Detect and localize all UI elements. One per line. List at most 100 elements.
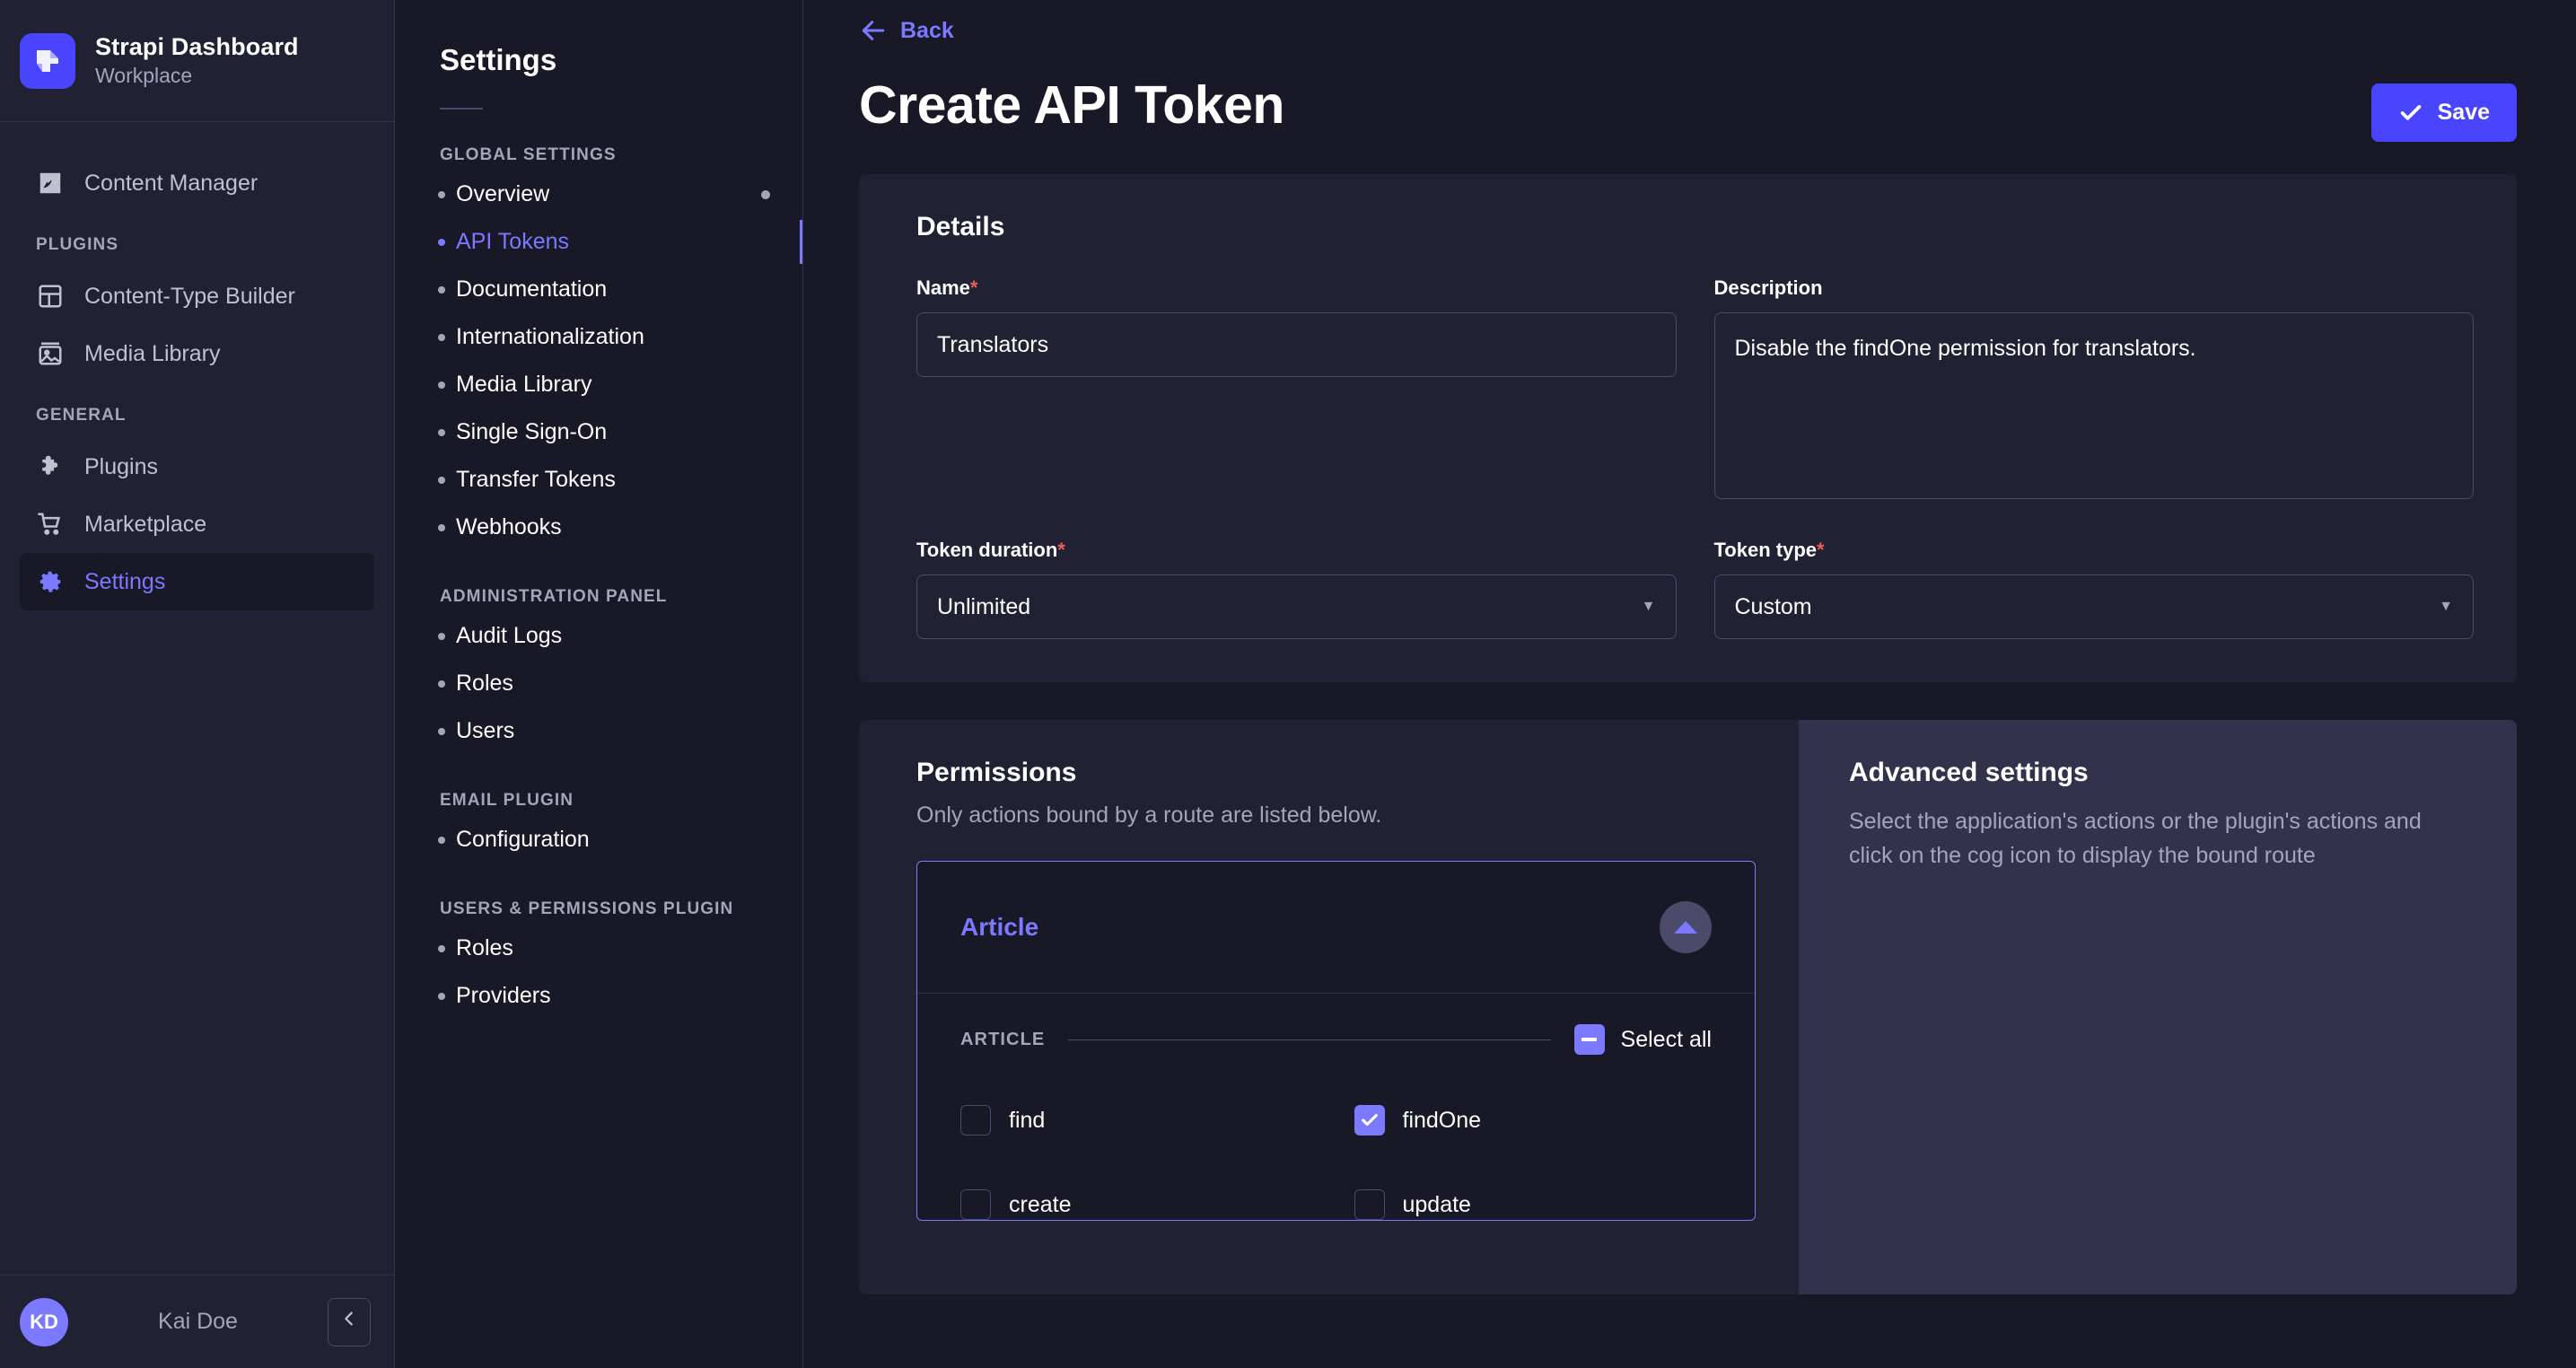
subnav-item-providers[interactable]: Providers [395,972,802,1020]
checkbox[interactable] [960,1189,991,1220]
token-type-select[interactable]: Custom ▼ [1713,574,2474,639]
required-marker: * [1817,539,1825,561]
sidebar-item-label: Content-Type Builder [84,283,295,309]
layout-grid-icon [36,282,65,311]
sidebar-collapse-button[interactable] [328,1297,371,1346]
action-label: create [1009,1191,1072,1217]
subnav-item-configuration[interactable]: Configuration [395,816,802,864]
subnav-item-roles-admin[interactable]: Roles [395,660,802,707]
main-sidebar: Strapi Dashboard Workplace Content Manag… [0,0,395,1368]
checkbox[interactable] [960,1105,991,1136]
subnav-item-label: Users [456,718,515,743]
advanced-settings-heading: Advanced settings [1849,758,2089,787]
action-label: find [1009,1107,1046,1133]
subnav-group-label-global-settings: GLOBAL SETTINGS [440,145,617,164]
subnav-item-transfer-tokens[interactable]: Transfer Tokens [395,456,802,504]
collection-subheader: ARTICLE Select all [960,1024,1712,1055]
sidebar-item-label: Content Manager [84,170,258,196]
subnav-item-webhooks[interactable]: Webhooks [395,504,802,551]
action-checkbox-update[interactable]: update [1354,1189,1713,1220]
feather-pen-icon [36,169,65,197]
subnav-item-label: Documentation [456,276,608,302]
checkbox[interactable] [1354,1105,1385,1136]
select-all-checkbox[interactable] [1573,1024,1605,1055]
user-name: Kai Doe [158,1309,238,1334]
puzzle-piece-icon [36,452,65,481]
sidebar-item-settings[interactable]: Settings [20,553,374,610]
details-row-1: Name* Translators Description Disable th… [916,276,2474,499]
brand-subtitle: Workplace [95,64,193,87]
chevron-up-icon[interactable] [1660,901,1712,953]
token-duration-value: Unlimited [937,593,1031,619]
bullet-icon [438,523,445,531]
subnav-item-overview[interactable]: Overview [395,171,802,218]
page-header: Create API Token Save [803,49,2576,142]
action-checkbox-findone[interactable]: findOne [1354,1105,1713,1136]
back-button[interactable]: Back [859,16,954,45]
subnav-item-audit-logs[interactable]: Audit Logs [395,612,802,660]
chevron-left-icon [339,1309,359,1335]
subnav-item-label: API Tokens [456,229,570,254]
subnav-item-media-library[interactable]: Media Library [395,361,802,408]
shopping-cart-icon [36,510,65,539]
action-label: update [1402,1191,1471,1217]
permissions-heading: Permissions [916,758,1077,787]
subnav-item-single-sign-on[interactable]: Single Sign-On [395,408,802,456]
bullet-icon [438,836,445,844]
subnav-item-internationalization[interactable]: Internationalization [395,313,802,361]
sidebar-group-label-plugins: PLUGINS [36,235,119,254]
advanced-settings-body: Select the application's actions or the … [1849,809,2422,868]
bullet-icon [438,285,445,294]
checkbox[interactable] [1354,1189,1385,1220]
subnav-group-label-users-permissions-plugin: USERS & PERMISSIONS PLUGIN [440,899,734,918]
collection-body: ARTICLE Select all find findOne create u… [917,993,1755,1220]
collection-header[interactable]: Article [917,862,1755,993]
subnav-header: Settings [395,0,802,110]
details-heading: Details [916,212,1005,241]
token-type-value: Custom [1734,593,1812,619]
subnav-group-label-administration-panel: ADMINISTRATION PANEL [440,587,668,606]
token-duration-select[interactable]: Unlimited ▼ [916,574,1677,639]
collection-subheading: ARTICLE [960,1029,1046,1049]
name-label: Name* [916,276,978,299]
description-label: Description [1713,276,1823,299]
brand-header[interactable]: Strapi Dashboard Workplace [0,0,394,122]
arrow-left-icon [859,16,888,45]
bullet-icon [438,632,445,640]
subnav-item-users[interactable]: Users [395,707,802,755]
save-button[interactable]: Save [2370,83,2517,142]
action-checkbox-create[interactable]: create [960,1189,1319,1220]
subnav-item-documentation[interactable]: Documentation [395,266,802,313]
bullet-icon [438,238,445,246]
subnav-item-label: Media Library [456,372,592,397]
token-duration-field-group: Token duration* Unlimited ▼ [916,539,1677,639]
bullet-icon [438,428,445,436]
subnav-item-label: Configuration [456,827,590,852]
sidebar-item-media-library[interactable]: Media Library [20,325,374,382]
permissions-panel: Permissions Only actions bound by a rout… [859,720,1799,1294]
description-field-group: Description Disable the findOne permissi… [1713,276,2474,499]
bullet-icon [438,190,445,198]
bullet-icon [438,333,445,341]
name-input[interactable]: Translators [916,312,1677,377]
subnav-item-label: Overview [456,181,550,206]
brand-title: Strapi Dashboard [95,33,299,60]
sidebar-group-label-general: GENERAL [36,406,127,425]
subnav-group-label-email-plugin: EMAIL PLUGIN [440,791,574,810]
sidebar-item-content-type-builder[interactable]: Content-Type Builder [20,267,374,325]
sidebar-item-plugins[interactable]: Plugins [20,438,374,495]
minus-icon [1582,1038,1598,1041]
select-all-control[interactable]: Select all [1573,1024,1712,1055]
sidebar-item-marketplace[interactable]: Marketplace [20,495,374,553]
action-checkbox-find[interactable]: find [960,1105,1319,1136]
chevron-down-icon: ▼ [2439,599,2453,614]
subnav-item-api-tokens[interactable]: API Tokens [395,218,802,266]
subnav-item-label: Audit Logs [456,623,563,648]
avatar[interactable]: KD [20,1297,68,1346]
description-textarea[interactable]: Disable the findOne permission for trans… [1713,312,2474,499]
sidebar-item-content-manager[interactable]: Content Manager [20,154,374,212]
select-all-label: Select all [1620,1026,1712,1052]
advanced-settings-panel: Advanced settings Select the application… [1799,720,2517,1294]
bullet-icon [438,381,445,389]
subnav-item-roles-users-permissions[interactable]: Roles [395,925,802,972]
